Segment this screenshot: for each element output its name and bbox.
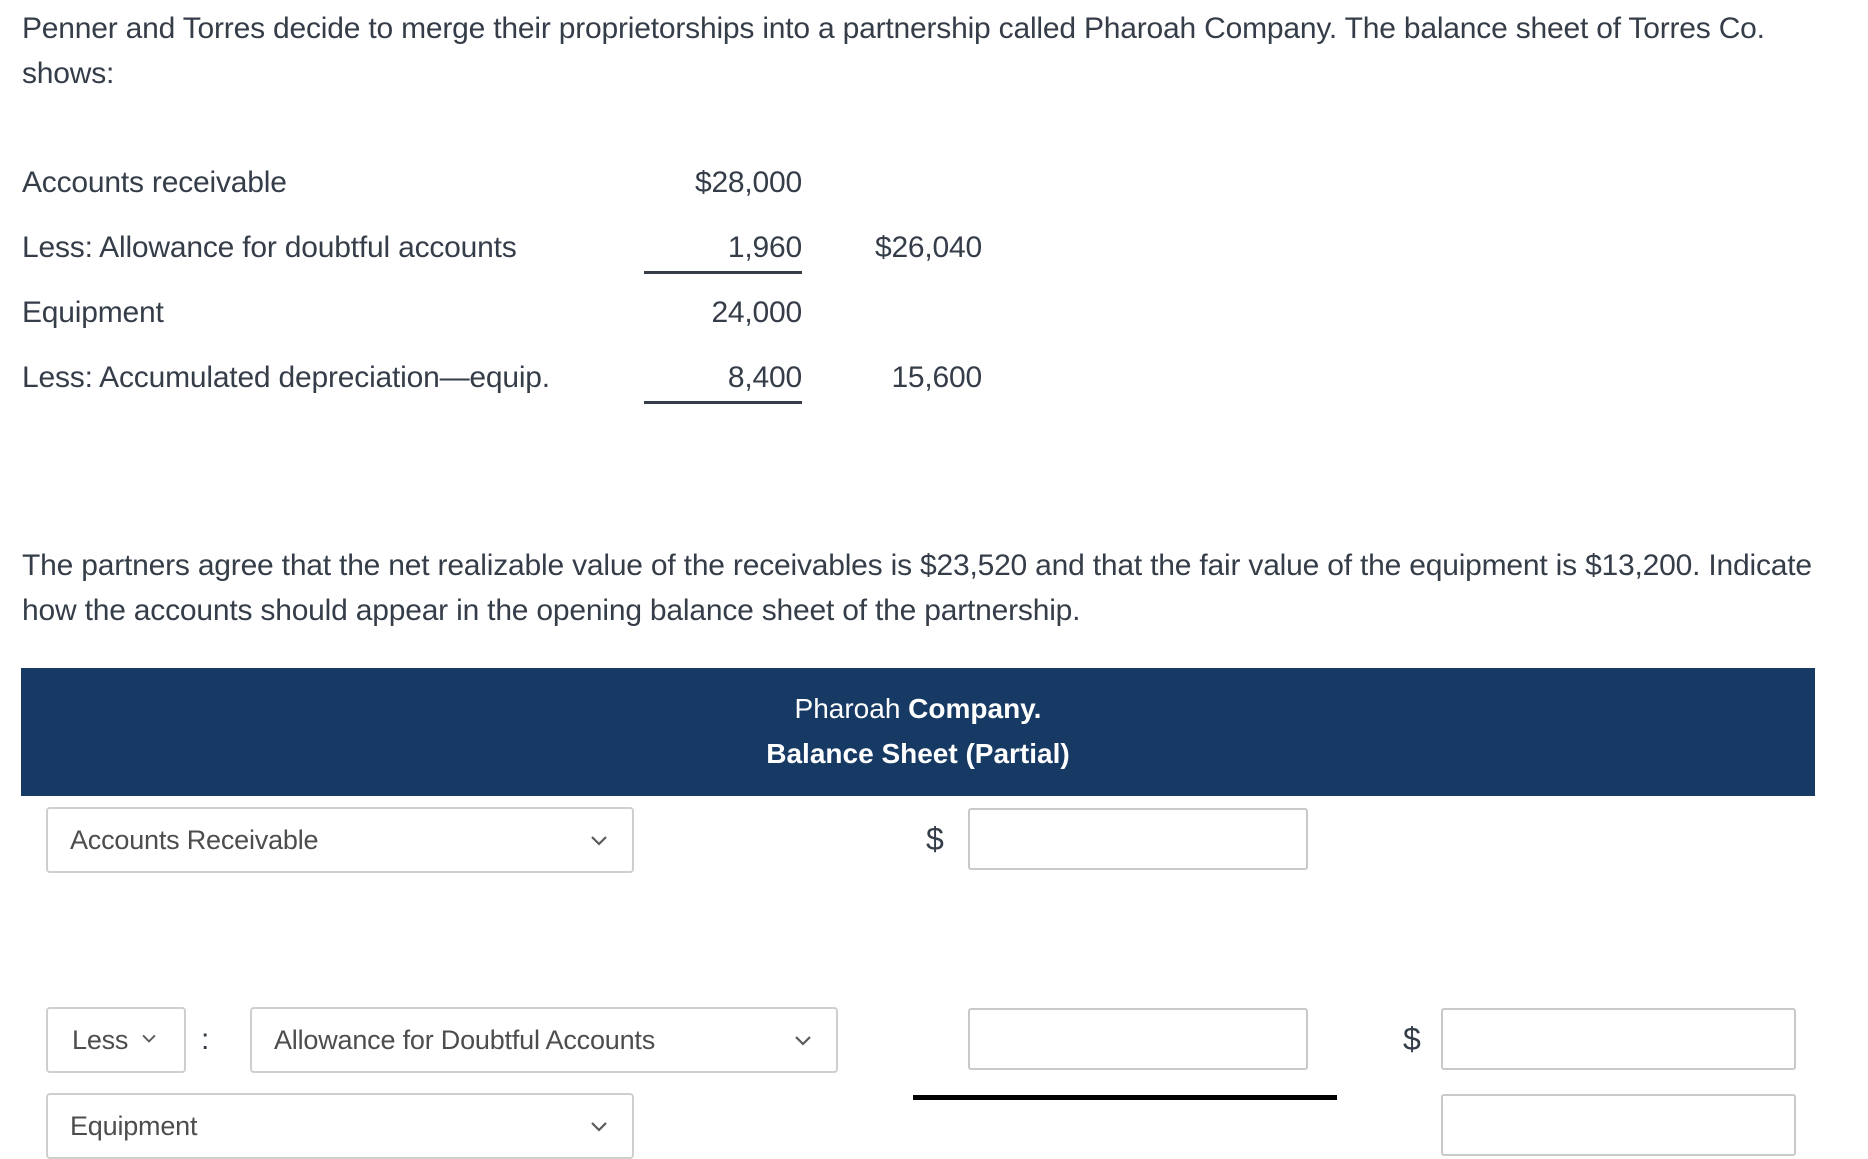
worksheet-company-line: Pharoah Company. [21, 686, 1815, 731]
row-col1-amount: 1,960 [622, 215, 802, 280]
answer-worksheet: Pharoah Company. Balance Sheet (Partial)… [21, 668, 1815, 1159]
account-select-row-2[interactable]: Allowance for Doubtful Accounts [250, 1007, 838, 1073]
row-col1-amount: $28,000 [694, 165, 802, 199]
row-label: Accounts receivable [22, 165, 287, 199]
worksheet-company-suffix: Company. [908, 693, 1042, 724]
modifier-select-row-2[interactable]: Less [46, 1007, 186, 1073]
dollar-sign-row-2-col-2: $ [1403, 1020, 1421, 1057]
chevron-down-icon [790, 1027, 816, 1053]
table-row: Less: Allowance for doubtful accounts 1,… [22, 215, 982, 280]
row-col1-amount: 8,400 [622, 345, 802, 410]
account-select-row-1-value: Accounts Receivable [70, 824, 319, 855]
chevron-down-icon [138, 1027, 164, 1053]
amount-input-row-1-col-1[interactable] [968, 808, 1308, 870]
worksheet-header: Pharoah Company. Balance Sheet (Partial) [21, 668, 1815, 796]
table-row: Equipment 24,000 [22, 280, 982, 345]
worksheet-company-name: Pharoah [794, 693, 909, 724]
amount-input-row-2-col-2[interactable] [1441, 1008, 1796, 1070]
worksheet-row-1: Accounts Receivable $ [21, 796, 1815, 907]
chevron-down-icon [586, 1113, 612, 1139]
torres-balance-figures: Accounts receivable $28,000 Less: Allowa… [22, 150, 982, 410]
account-select-row-3-value: Equipment [70, 1110, 198, 1141]
colon-separator: : [201, 1023, 210, 1056]
row-col2-amount: $26,040 [874, 230, 982, 264]
row-col1-amount: 24,000 [711, 295, 802, 329]
table-row: Less: Accumulated depreciation—equip. 8,… [22, 345, 982, 410]
worksheet-subtitle: Balance Sheet (Partial) [766, 738, 1070, 769]
row-label: Equipment [22, 295, 164, 329]
amount-input-row-3-col-2[interactable] [1441, 1094, 1796, 1156]
amount-input-row-2-col-1[interactable] [968, 1008, 1308, 1070]
account-select-row-1[interactable]: Accounts Receivable [46, 807, 634, 873]
intro-paragraph: Penner and Torres decide to merge their … [22, 12, 1765, 90]
row-col2-amount [802, 150, 982, 215]
account-select-row-2-value: Allowance for Doubtful Accounts [274, 1024, 656, 1055]
dollar-sign-row-1-col-1: $ [926, 820, 944, 857]
row-label: Less: Allowance for doubtful accounts [22, 230, 517, 264]
row-label: Less: Accumulated depreciation—equip. [22, 360, 550, 394]
agreement-paragraph: The partners agree that the net realizab… [22, 549, 1812, 627]
modifier-select-row-2-value: Less [72, 1024, 129, 1055]
subtotal-rule [913, 1095, 1337, 1100]
worksheet-row-2: Less : Allowance for Doubtful Accounts $… [21, 907, 1815, 1159]
chevron-down-icon [586, 827, 612, 853]
row-col2-amount [802, 280, 982, 345]
row-col2-amount: 15,600 [891, 360, 982, 394]
account-select-row-3[interactable]: Equipment [46, 1093, 634, 1159]
table-row: Accounts receivable $28,000 [22, 150, 982, 215]
